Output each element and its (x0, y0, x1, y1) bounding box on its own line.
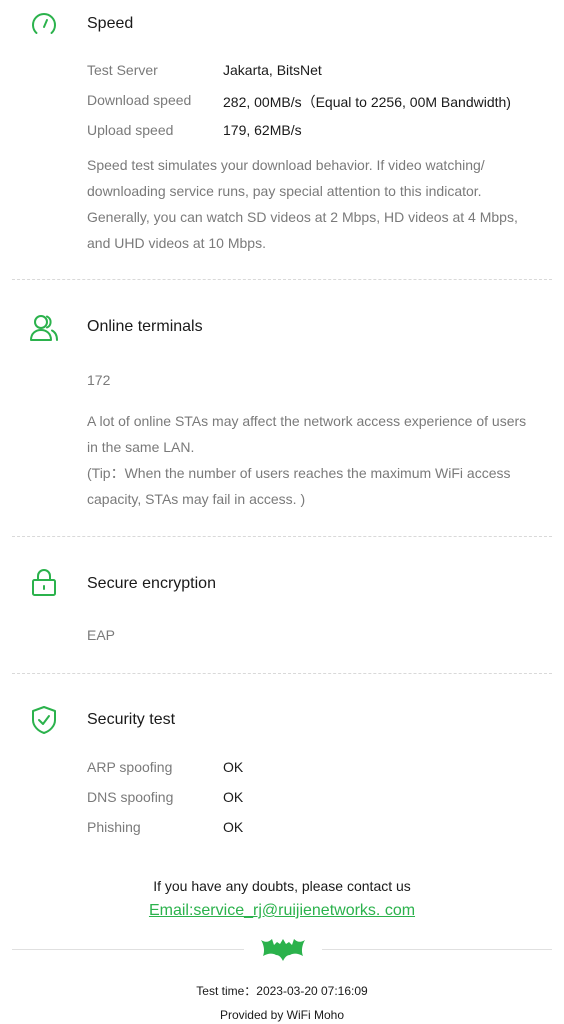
bat-logo-icon (260, 934, 306, 962)
users-icon (28, 312, 60, 344)
footer-line-right (322, 949, 552, 950)
lock-icon (28, 567, 60, 599)
contact-text: If you have any doubts, please contact u… (153, 878, 411, 894)
encryption-title: Secure encryption (87, 575, 216, 592)
speedometer-icon (28, 8, 60, 40)
row-label: ARP spoofing (87, 759, 173, 775)
shield-check-icon (28, 704, 60, 736)
test-time: Test time：2023-03-20 07:16:09 (196, 984, 368, 998)
row-value: Jakarta, BitsNet (223, 62, 322, 78)
security-row-phishing: Phishing OK (87, 819, 243, 835)
row-label: DNS spoofing (87, 789, 174, 805)
footer-line-left (12, 949, 244, 950)
row-value: OK (223, 819, 244, 835)
row-label: Download speed (87, 92, 192, 108)
email-link-wrap: Email:service_rj@ruijienetworks. com (0, 902, 564, 920)
row-value: OK (223, 789, 244, 805)
terminals-description: A lot of online STAs may affect the netw… (87, 413, 527, 455)
security-row-arp: ARP spoofing OK (87, 759, 243, 775)
speed-title: Speed (87, 15, 134, 32)
terminals-count: 172 (87, 372, 111, 388)
row-value: 179, 62MB/s (223, 122, 302, 138)
security-row-dns: DNS spoofing OK (87, 789, 243, 805)
row-label: Phishing (87, 819, 141, 835)
speed-description: Speed test simulates your download behav… (87, 157, 518, 251)
row-value: 282, 00MB/s（Equal to 2256, 00M Bandwidth… (223, 94, 511, 110)
email-link[interactable]: Email:service_rj@ruijienetworks. com (149, 902, 415, 919)
divider (12, 673, 552, 674)
speed-row-server: Test Server Jakarta, BitsNet (87, 62, 322, 78)
speed-row-upload: Upload speed 179, 62MB/s (87, 122, 302, 138)
row-label: Upload speed (87, 122, 174, 138)
encryption-value: EAP (87, 627, 116, 643)
row-label: Test Server (87, 62, 158, 78)
row-value: OK (223, 759, 244, 775)
terminals-title: Online terminals (87, 318, 203, 335)
speed-row-download: Download speed 282, 00MB/s（Equal to 2256… (87, 92, 511, 112)
security-title: Security test (87, 711, 176, 728)
divider (12, 279, 552, 280)
divider (12, 536, 552, 537)
provided-by: Provided by WiFi Moho (219, 1008, 345, 1022)
terminals-tip: (Tip：When the number of users reaches th… (87, 465, 511, 507)
